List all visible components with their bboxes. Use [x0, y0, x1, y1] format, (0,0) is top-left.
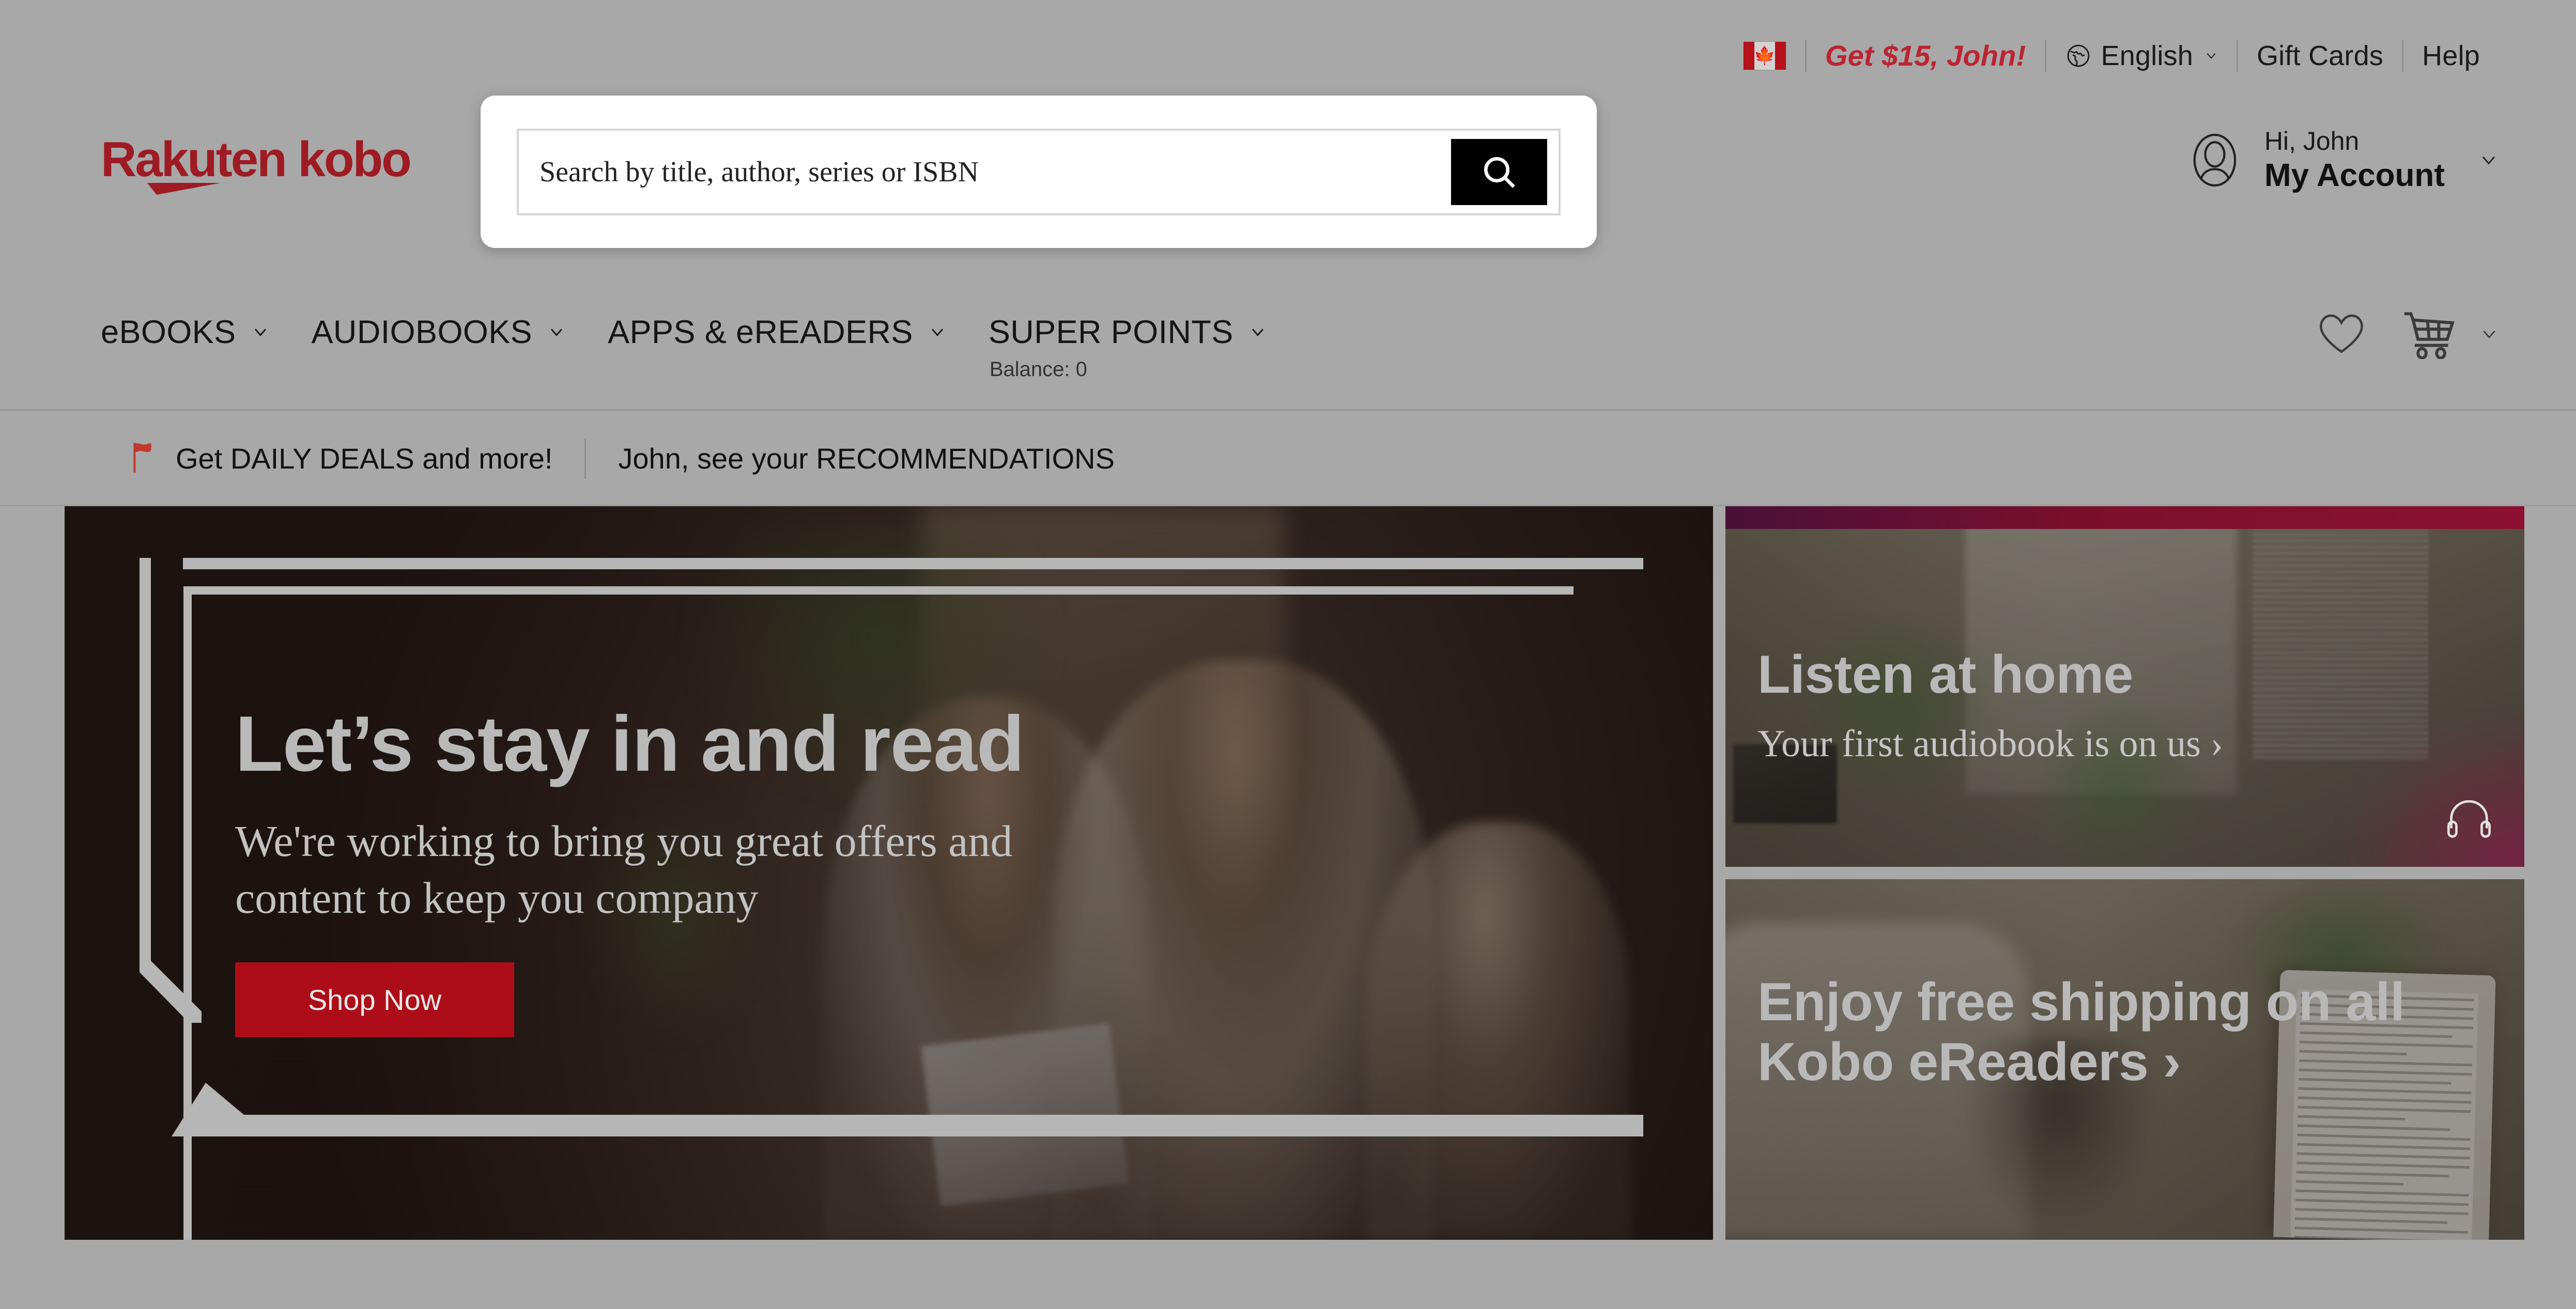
country-flag-button[interactable]: 🍁 [1724, 41, 1805, 70]
my-account-button[interactable]: Hi, John My Account [2186, 127, 2498, 193]
chevron-down-icon[interactable] [2480, 325, 2498, 344]
rakuten-kobo-logo[interactable]: Rakuten kobo [101, 131, 452, 198]
promo-strip: Get DAILY DEALS and more! John, see your… [0, 412, 2576, 506]
heart-icon[interactable] [2318, 313, 2365, 356]
card-copy: Enjoy free shipping on all Kobo eReaders… [1757, 972, 2524, 1093]
svg-text:Rakuten kobo: Rakuten kobo [101, 132, 410, 187]
recommendations-link[interactable]: John, see your RECOMMENDATIONS [618, 442, 1115, 475]
search-input[interactable] [519, 130, 1451, 213]
kobo-homepage: 🍁 Get $15, John! English Gift Cards Help… [0, 0, 2576, 1309]
card-subtitle: Your first audiobook is on us › [1757, 723, 2224, 766]
search-box [517, 128, 1561, 215]
hero-title: Let’s stay in and read [235, 700, 1025, 788]
card-copy: Listen at home Your first audiobook is o… [1757, 645, 2223, 766]
nav-label: AUDIOBOOKS [311, 314, 533, 350]
nav-item-ebooks[interactable]: eBOOKS [101, 314, 269, 351]
nav-label: APPS & eREADERS [608, 314, 913, 350]
promo-card-listen-at-home[interactable]: Listen at home Your first audiobook is o… [1725, 506, 2524, 867]
nav-label: SUPER POINTS [988, 314, 1233, 350]
card-title: Enjoy free shipping on all Kobo eReaders… [1757, 972, 2405, 1093]
nav-label: eBOOKS [101, 314, 236, 350]
shop-now-button[interactable]: Shop Now [235, 962, 514, 1038]
help-link[interactable]: Help [2403, 40, 2498, 72]
nav-item-audiobooks[interactable]: AUDIOBOOKS [312, 314, 566, 351]
nav-right-actions [2318, 310, 2498, 360]
card-title: Listen at home [1757, 645, 2133, 705]
search-submit-button[interactable] [1451, 138, 1547, 205]
globe-icon [2065, 42, 2092, 69]
nav-item-apps-ereaders[interactable]: APPS & eREADERS [608, 314, 946, 351]
chevron-down-icon [2204, 49, 2218, 63]
get-15-promo-link[interactable]: Get $15, John! [1807, 39, 2045, 72]
hero-subtitle: We're working to bring you great offers … [235, 816, 1013, 923]
main-navigation: eBOOKS AUDIOBOOKS APPS & eREADERS SUPER … [0, 287, 2576, 411]
account-label: My Account [2264, 158, 2445, 193]
language-selector[interactable]: English [2046, 40, 2237, 72]
nav-item-super-points[interactable]: SUPER POINTS Balance: 0 [989, 314, 1267, 381]
search-popup-panel [481, 96, 1597, 248]
super-points-balance: Balance: 0 [989, 358, 1087, 381]
hero-banner[interactable]: Let’s stay in and read We're working to … [65, 506, 1713, 1240]
avatar-icon [2186, 131, 2244, 189]
gift-cards-link[interactable]: Gift Cards [2238, 40, 2402, 72]
card-accent-strip [1725, 506, 2524, 529]
hero-copy: Let’s stay in and read We're working to … [235, 700, 1114, 1038]
search-icon [1484, 157, 1515, 188]
daily-deals-label: Get DAILY DEALS and more! [176, 442, 553, 475]
chevron-down-icon [929, 323, 946, 341]
language-label: English [2101, 40, 2194, 71]
promo-card-free-shipping[interactable]: Enjoy free shipping on all Kobo eReaders… [1725, 879, 2524, 1240]
chevron-down-icon [548, 323, 565, 341]
content-area: Let’s stay in and read We're working to … [65, 506, 2524, 1240]
page-bottom-filler [0, 1242, 2576, 1309]
promo-card-column: Listen at home Your first audiobook is o… [1725, 506, 2524, 1240]
red-flag-icon [129, 442, 157, 476]
canada-flag-icon: 🍁 [1742, 41, 1786, 70]
account-greeting: Hi, John [2264, 127, 2359, 155]
divider [584, 438, 587, 479]
chevron-down-icon [1249, 323, 1267, 341]
recommendations-label: John, see your RECOMMENDATIONS [618, 442, 1115, 475]
top-utility-bar: 🍁 Get $15, John! English Gift Cards Help [0, 0, 2576, 111]
headphones-icon [2447, 798, 2491, 838]
chevron-down-icon [2479, 150, 2498, 170]
daily-deals-link[interactable]: Get DAILY DEALS and more! [129, 442, 552, 476]
chevron-down-icon [252, 323, 269, 341]
shopping-cart-icon[interactable] [2401, 310, 2458, 360]
